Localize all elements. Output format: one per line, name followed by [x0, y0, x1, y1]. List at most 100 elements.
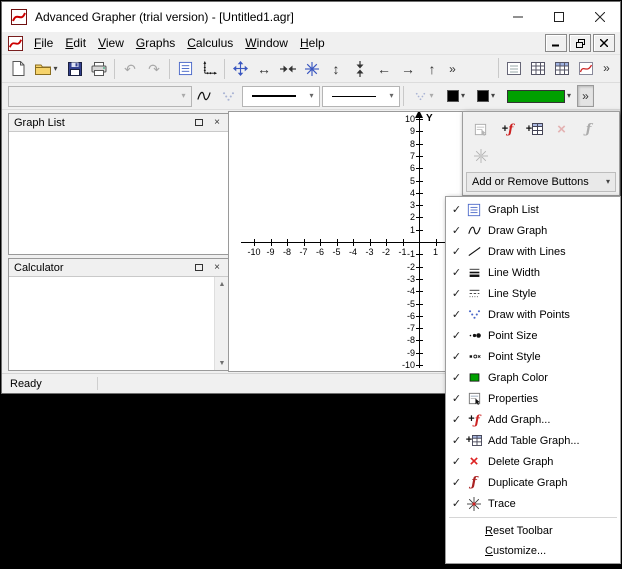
menu-item-add-graph[interactable]: ✓ + ƒ Add Graph...: [446, 409, 620, 430]
draw-graph-button[interactable]: [192, 85, 216, 107]
properties-button[interactable]: [468, 117, 493, 141]
stretch-x-button[interactable]: ↔: [252, 58, 276, 80]
menu-help[interactable]: Help: [294, 33, 331, 53]
redo-button[interactable]: ↷: [142, 58, 166, 80]
add-table-graph-button[interactable]: +: [522, 117, 547, 141]
shrink-y-button[interactable]: [348, 58, 372, 80]
menu-file[interactable]: File: [28, 33, 59, 53]
add-graph-button[interactable]: + ƒ: [495, 117, 520, 141]
menu-item-duplicate-graph[interactable]: ✓ ƒ Duplicate Graph: [446, 472, 620, 493]
add-remove-buttons-item[interactable]: Add or Remove Buttons ▾: [466, 172, 616, 192]
menu-item-draw-with-lines[interactable]: ✓ Draw with Lines: [446, 241, 620, 262]
move-tool-button[interactable]: [228, 58, 252, 80]
menu-graphs[interactable]: Graphs: [130, 33, 181, 53]
x-tick: [303, 239, 305, 246]
check-icon: ✓: [451, 309, 462, 321]
menu-item-point-size[interactable]: ✓ Point Size: [446, 325, 620, 346]
menu-calculus[interactable]: Calculus: [181, 33, 239, 53]
maximize-button[interactable]: [538, 2, 579, 32]
x-tick: [386, 239, 387, 246]
scrollbar-down-icon[interactable]: ▼: [215, 356, 229, 370]
mdi-minimize-button[interactable]: [545, 34, 567, 52]
new-file-button[interactable]: [6, 58, 30, 80]
graph-list-close-button[interactable]: ×: [210, 116, 224, 129]
menu-item-point-style[interactable]: ✓ Point Style: [446, 346, 620, 367]
calculator-close-button[interactable]: ×: [210, 261, 224, 274]
shrink-x-button[interactable]: [276, 58, 300, 80]
mdi-close-button[interactable]: [593, 34, 615, 52]
graphs-toolbar-overflow-button[interactable]: »: [577, 85, 594, 107]
document-system-icon[interactable]: [8, 35, 23, 51]
menu-item-reset-toolbar[interactable]: Reset Toolbar: [446, 521, 620, 541]
menu-item-label: Add Table Graph...: [488, 434, 580, 447]
y-tick-label: 10: [404, 114, 415, 124]
graph-list-float-button[interactable]: [192, 116, 206, 129]
delete-graph-button[interactable]: ×: [549, 117, 574, 141]
analysis-button[interactable]: [574, 57, 598, 79]
graph-list-body[interactable]: [9, 132, 229, 254]
trace-button[interactable]: [468, 144, 493, 168]
menu-item-trace[interactable]: ✓ Trace: [446, 493, 620, 514]
calculator-body[interactable]: ▲ ▼: [9, 277, 229, 370]
draw-with-points-button[interactable]: [216, 85, 240, 107]
toolbar-separator: [403, 86, 404, 106]
line-style-combo[interactable]: ▾: [322, 85, 400, 107]
line-color-button[interactable]: ▾: [471, 85, 501, 107]
table-of-values-button[interactable]: [550, 57, 574, 79]
scrollbar-up-icon[interactable]: ▲: [215, 277, 229, 291]
properties-icon: [474, 123, 487, 136]
y-tick-label: -5: [406, 298, 415, 309]
calculator-float-button[interactable]: [192, 261, 206, 274]
scroll-right-button[interactable]: →: [396, 58, 420, 80]
menu-item-draw-with-points[interactable]: ✓ Draw with Points: [446, 304, 620, 325]
save-button[interactable]: [63, 58, 87, 80]
view-toolbar-overflow-button[interactable]: »: [598, 57, 615, 79]
graph-list-button[interactable]: [173, 58, 197, 80]
calculator-scrollbar[interactable]: ▲ ▼: [214, 277, 229, 370]
menu-item-line-width[interactable]: ✓ Line Width: [446, 262, 620, 283]
default-zoom-button[interactable]: [300, 58, 324, 80]
menu-view[interactable]: View: [92, 33, 130, 53]
y-tick: [416, 278, 423, 280]
zoom-toolbar-overflow-button[interactable]: »: [444, 58, 461, 80]
y-tick-label: 1: [409, 224, 415, 235]
menu-window[interactable]: Window: [239, 33, 294, 53]
graph-list-icon: [178, 61, 192, 76]
menu-edit[interactable]: Edit: [59, 33, 92, 53]
check-icon: ✓: [451, 330, 462, 342]
window-title: Advanced Grapher (trial version) - [Unti…: [35, 10, 294, 24]
point-color-button[interactable]: ▾: [441, 85, 471, 107]
zoom-star-icon: [305, 61, 319, 76]
undo-button[interactable]: ↶: [118, 58, 142, 80]
y-axis-label: Y: [426, 113, 433, 124]
point-style-dropdown-button[interactable]: ▾: [407, 85, 441, 107]
line-width-combo[interactable]: ▾: [242, 85, 320, 107]
open-folder-icon: [35, 64, 52, 75]
mdi-restore-button[interactable]: [569, 34, 591, 52]
scroll-left-button[interactable]: ←: [372, 58, 396, 80]
minimize-button[interactable]: [497, 2, 538, 32]
menu-item-properties[interactable]: ✓ Properties: [446, 388, 620, 409]
standard-toolbar: ▾ ↶ ↷ ↔ ↕ ← → ↑ » »: [2, 55, 620, 83]
print-button[interactable]: [87, 58, 111, 80]
duplicate-graph-button[interactable]: ƒ: [576, 117, 601, 141]
menu-item-line-style[interactable]: ✓ Line Style: [446, 283, 620, 304]
close-button[interactable]: [579, 2, 620, 32]
menu-item-draw-graph[interactable]: ✓ Draw Graph: [446, 220, 620, 241]
stretch-y-button[interactable]: ↕: [324, 58, 348, 80]
dropdown-arrow-icon: ▾: [309, 91, 314, 100]
scroll-up-button[interactable]: ↑: [420, 58, 444, 80]
axes-setup-button[interactable]: [197, 58, 221, 80]
open-file-button[interactable]: ▾: [30, 58, 63, 80]
y-tick-label: -2: [406, 261, 415, 272]
y-tick: [416, 217, 423, 219]
menu-item-customize[interactable]: Customize...: [446, 541, 620, 561]
menu-item-graph-color[interactable]: ✓ Graph Color: [446, 367, 620, 388]
menu-item-add-table-graph[interactable]: ✓ + Add Table Graph...: [446, 430, 620, 451]
graph-color-button[interactable]: ▾: [501, 85, 577, 107]
function-combo[interactable]: ▾: [8, 85, 192, 107]
toggle-graph-list-button[interactable]: [502, 57, 526, 79]
menu-item-delete-graph[interactable]: ✓ × Delete Graph: [446, 451, 620, 472]
menu-item-graph-list[interactable]: ✓ Graph List: [446, 199, 620, 220]
calculator-button[interactable]: [526, 57, 550, 79]
